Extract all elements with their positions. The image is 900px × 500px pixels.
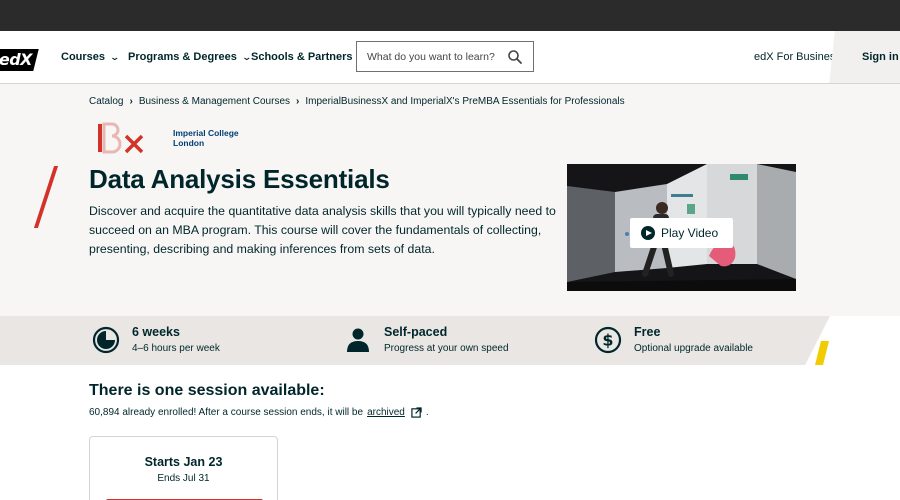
nav-programs-label: Programs & Degrees — [128, 51, 237, 63]
breadcrumb: Catalog › Business & Management Courses … — [89, 96, 625, 107]
search-input[interactable] — [367, 49, 502, 65]
nav-schools-label: Schools & Partners — [251, 51, 353, 63]
edx-logo-text: edX — [0, 50, 32, 69]
svg-text:$: $ — [602, 331, 613, 350]
chevron-down-icon: ⌄ — [109, 51, 121, 62]
nav-schools-partners[interactable]: Schools & Partners — [251, 51, 352, 63]
session-card[interactable]: Starts Jan 23 Ends Jul 31 — [89, 436, 278, 500]
imperial-name-line2: London — [173, 138, 205, 148]
archived-link[interactable]: archived — [367, 407, 405, 418]
browser-chrome-strip — [0, 0, 900, 31]
edx-for-business-link[interactable]: edX For Business — [754, 51, 841, 63]
signin-button[interactable]: Sign in — [838, 31, 900, 83]
enrolled-period: . — [425, 407, 429, 418]
enrolled-text: 60,894 already enrolled! After a course … — [89, 407, 429, 418]
site-header: edX Courses ⌄ Programs & Degrees ⌄ Schoo… — [0, 31, 900, 84]
fact-price-title: Free — [634, 325, 661, 339]
dollar-icon: $ — [594, 326, 622, 354]
enrolled-count-text: 60,894 already enrolled! After a course … — [89, 407, 364, 418]
play-icon — [641, 226, 655, 240]
breadcrumb-program[interactable]: ImperialBusinessX and ImperialX's PreMBA… — [305, 96, 624, 107]
fact-pace: Self-paced Progress at your own speed — [344, 325, 509, 354]
search-box — [356, 41, 534, 72]
nav-programs-degrees[interactable]: Programs & Degrees ⌄ — [128, 51, 252, 63]
breadcrumb-business-management[interactable]: Business & Management Courses — [139, 96, 290, 107]
fact-duration: 6 weeks 4–6 hours per week — [92, 325, 220, 354]
chevron-right-icon: › — [129, 96, 133, 107]
nav-courses-label: Courses — [61, 51, 106, 63]
person-icon — [347, 328, 369, 352]
fact-pace-subtitle: Progress at your own speed — [384, 343, 509, 354]
fact-price-subtitle: Optional upgrade available — [634, 343, 753, 354]
nav-courses[interactable]: Courses ⌄ — [61, 51, 121, 63]
external-link-icon[interactable] — [411, 407, 422, 418]
chevron-right-icon: › — [296, 96, 300, 107]
signin-label: Sign in — [862, 51, 899, 63]
course-facts-bar: 6 weeks 4–6 hours per week Self-paced Pr… — [0, 316, 900, 365]
imperial-college-logo[interactable]: Imperial College London — [173, 128, 239, 148]
imperial-name-line1: Imperial College — [173, 128, 239, 138]
course-hero: Catalog › Business & Management Courses … — [0, 84, 900, 316]
clock-icon — [92, 326, 120, 354]
search-icon[interactable] — [507, 49, 523, 65]
course-title: Data Analysis Essentials — [89, 164, 390, 194]
fact-price: $ Free Optional upgrade available — [594, 325, 753, 354]
session-start-date: Starts Jan 23 — [144, 455, 223, 469]
breadcrumb-catalog[interactable]: Catalog — [89, 96, 123, 107]
imperial-business-x-logo[interactable] — [98, 122, 146, 154]
fact-pace-title: Self-paced — [384, 325, 448, 339]
fact-duration-title: 6 weeks — [132, 325, 180, 339]
edx-logo[interactable]: edX — [0, 49, 39, 71]
session-end-date: Ends Jul 31 — [157, 473, 210, 484]
course-description: Discover and acquire the quantitative da… — [89, 204, 556, 256]
fact-duration-subtitle: 4–6 hours per week — [132, 343, 220, 354]
sessions-heading: There is one session available: — [89, 382, 325, 399]
play-video-label: Play Video — [661, 226, 719, 240]
play-video-button[interactable]: Play Video — [630, 218, 733, 248]
red-slash-decoration — [33, 166, 59, 228]
